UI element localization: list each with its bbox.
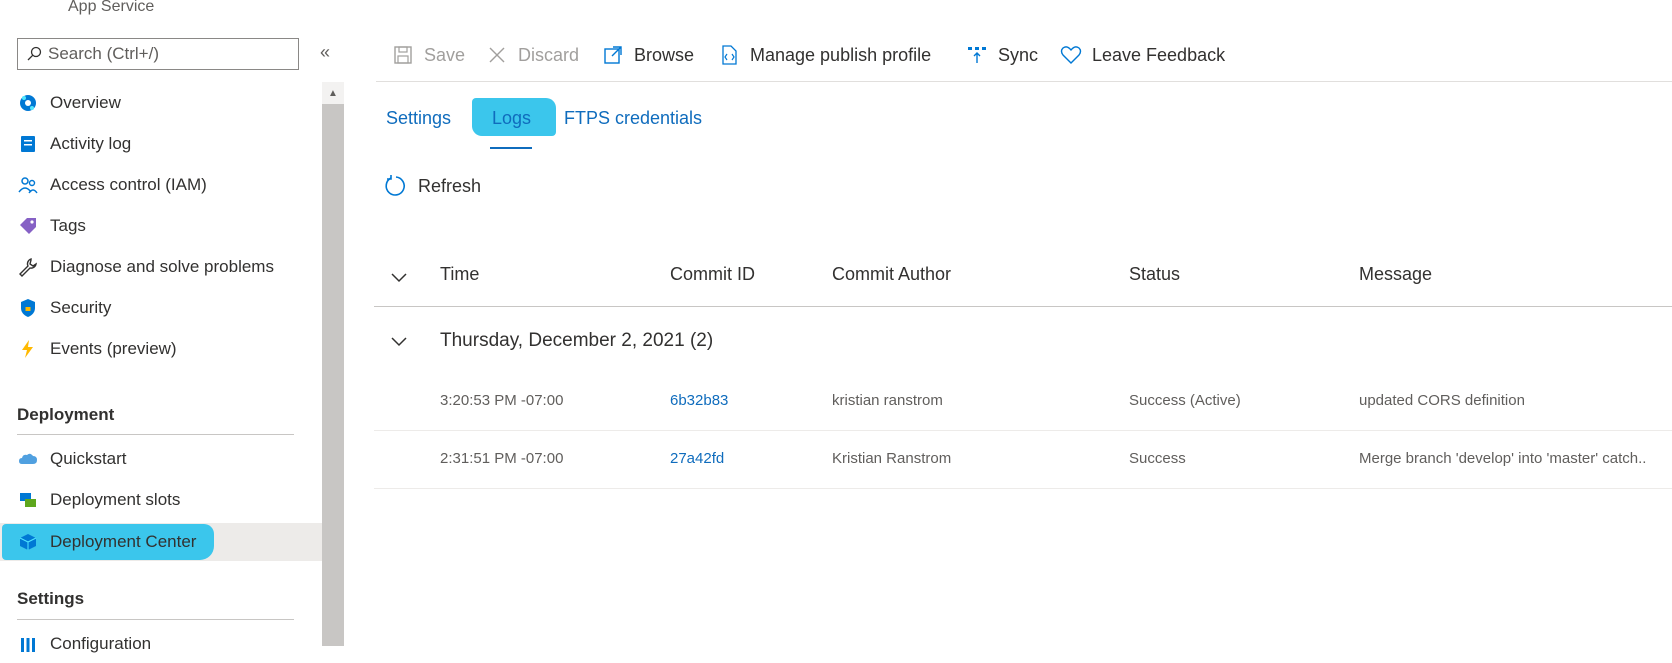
sidebar-item-label: Deployment slots [50, 490, 181, 509]
tab-logs[interactable]: Logs [492, 108, 531, 129]
sidebar-item-label: Configuration [50, 634, 152, 653]
cell-status: Success [1129, 450, 1186, 467]
sidebar-item-label: Activity log [50, 134, 132, 153]
scroll-up-arrow-icon[interactable]: ▲ [322, 82, 344, 104]
cell-message: updated CORS definition [1359, 392, 1525, 409]
cloud-icon [18, 449, 38, 469]
sidebar-item-configuration[interactable]: Configuration [0, 625, 322, 663]
people-icon [18, 175, 38, 195]
sidebar: App Service Search (Ctrl+/) « Overview A… [0, 0, 344, 653]
row-divider [374, 430, 1672, 431]
collapse-sidebar-icon[interactable]: « [320, 42, 330, 63]
sidebar-item-deployment-center[interactable]: Deployment Center [0, 523, 322, 561]
manage-publish-profile-button[interactable]: Manage publish profile [718, 38, 931, 72]
bars-icon [18, 634, 38, 654]
sidebar-item-deployment-slots[interactable]: Deployment slots [0, 481, 322, 519]
row-divider [374, 488, 1672, 489]
commit-id-link[interactable]: 6b32b83 [670, 392, 728, 409]
chevron-down-icon[interactable] [390, 332, 408, 350]
lightning-icon [18, 339, 38, 359]
sidebar-item-activity-log[interactable]: Activity log [0, 125, 322, 163]
app-service-logo-icon [20, 0, 44, 6]
heart-icon [1060, 44, 1082, 66]
sidebar-item-label: Deployment Center [50, 532, 197, 551]
tag-icon [18, 216, 38, 236]
refresh-button[interactable]: Refresh [384, 174, 481, 198]
column-header-time[interactable]: Time [440, 264, 479, 285]
slots-icon [18, 490, 38, 510]
tab-ftps-credentials[interactable]: FTPS credentials [564, 108, 702, 129]
column-header-commit-author[interactable]: Commit Author [832, 264, 951, 285]
search-placeholder: Search (Ctrl+/) [48, 44, 159, 63]
browse-label: Browse [634, 44, 695, 65]
save-label: Save [424, 44, 466, 65]
search-input[interactable]: Search (Ctrl+/) [17, 38, 299, 70]
sidebar-item-access-control[interactable]: Access control (IAM) [0, 166, 322, 204]
sync-icon [966, 44, 988, 66]
commit-id-link[interactable]: 27a42fd [670, 450, 724, 467]
leave-feedback-button[interactable]: Leave Feedback [1060, 38, 1225, 72]
sync-label: Sync [998, 44, 1039, 65]
sidebar-item-events[interactable]: Events (preview) [0, 330, 322, 368]
sync-button[interactable]: Sync [966, 38, 1038, 72]
shield-icon [18, 298, 38, 318]
sidebar-item-label: Quickstart [50, 449, 127, 468]
sidebar-item-label: Security [50, 298, 112, 317]
open-external-icon [602, 44, 624, 66]
sidebar-item-label: Overview [50, 93, 121, 112]
save-button[interactable]: Save [392, 38, 465, 72]
sidebar-item-tags[interactable]: Tags [0, 207, 322, 245]
section-deployment: Deployment [17, 405, 115, 424]
manage-publish-profile-label: Manage publish profile [750, 44, 932, 65]
sidebar-item-label: Diagnose and solve problems [50, 257, 274, 276]
globe-icon [18, 93, 38, 113]
search-icon [27, 46, 42, 61]
code-file-icon [718, 44, 740, 66]
section-settings: Settings [17, 589, 85, 608]
column-header-message[interactable]: Message [1359, 264, 1432, 285]
cell-author: kristian ranstrom [832, 392, 943, 409]
column-header-commit-id[interactable]: Commit ID [670, 264, 755, 285]
group-header: Thursday, December 2, 2021 (2) [440, 330, 714, 351]
discard-label: Discard [518, 44, 580, 65]
sidebar-scrollbar[interactable] [322, 82, 344, 646]
column-header-status[interactable]: Status [1129, 264, 1180, 285]
toolbar-divider [376, 81, 1672, 82]
cube-icon [18, 532, 38, 552]
sidebar-item-quickstart[interactable]: Quickstart [0, 440, 322, 478]
tab-settings[interactable]: Settings [386, 108, 451, 129]
cell-status: Success (Active) [1129, 392, 1241, 409]
sidebar-item-label: Access control (IAM) [50, 175, 207, 194]
activity-log-icon [18, 134, 38, 154]
selected-tab-indicator [490, 147, 532, 149]
discard-button[interactable]: Discard [486, 38, 579, 72]
divider [17, 619, 294, 620]
refresh-label: Refresh [418, 175, 482, 196]
sidebar-item-diagnose[interactable]: Diagnose and solve problems [0, 248, 322, 286]
divider [17, 434, 294, 435]
sidebar-item-security[interactable]: Security [0, 289, 322, 327]
leave-feedback-label: Leave Feedback [1092, 44, 1226, 65]
refresh-icon [385, 175, 405, 196]
save-icon [392, 44, 414, 66]
cell-time: 3:20:53 PM -07:00 [440, 392, 564, 409]
close-icon [486, 44, 508, 66]
chevron-down-icon[interactable] [390, 268, 408, 286]
wrench-icon [18, 257, 38, 277]
cell-author: Kristian Ranstrom [832, 450, 952, 467]
service-subtitle: App Service [68, 0, 155, 15]
sidebar-item-overview[interactable]: Overview [0, 84, 322, 122]
browse-button[interactable]: Browse [602, 38, 694, 72]
cell-message: Merge branch 'develop' into 'master' cat… [1359, 450, 1647, 467]
sidebar-item-label: Events (preview) [50, 339, 177, 358]
sidebar-item-label: Tags [50, 216, 86, 235]
cell-time: 2:31:51 PM -07:00 [440, 450, 564, 467]
header-divider [374, 306, 1672, 307]
